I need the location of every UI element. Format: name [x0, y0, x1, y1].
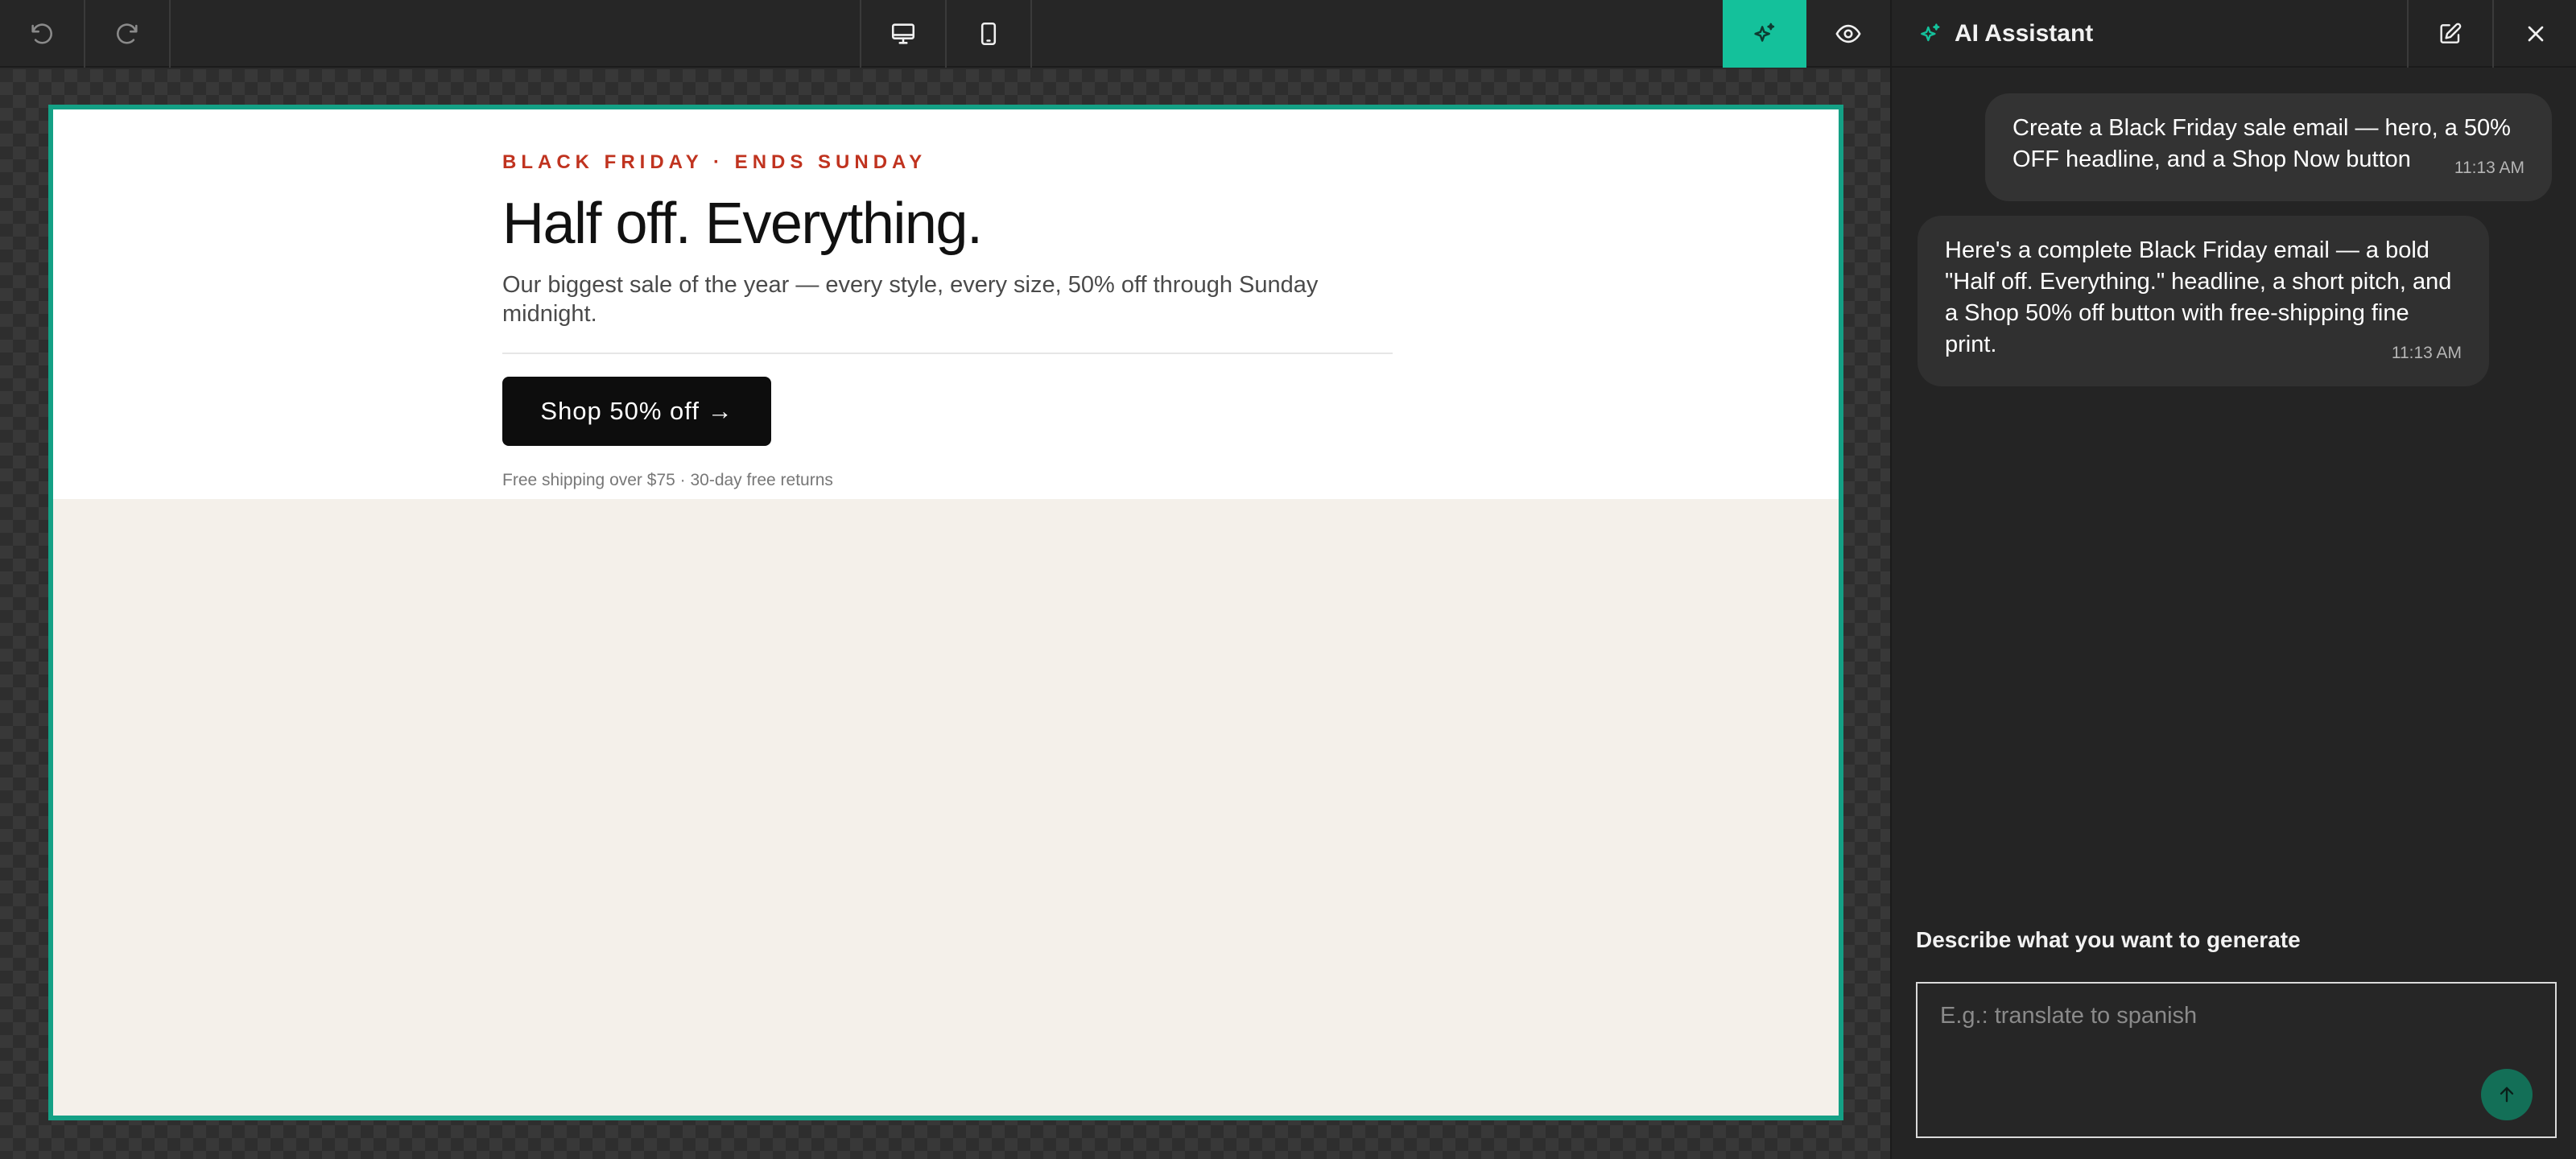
preview-button[interactable]	[1806, 0, 1890, 68]
message-text: Here's a complete Black Friday email — a…	[1945, 237, 2452, 357]
fine-print: Free shipping over $75 · 30-day free ret…	[502, 471, 833, 489]
prompt-box	[1916, 982, 2557, 1138]
undo-button[interactable]	[0, 0, 84, 68]
new-chat-button[interactable]	[2409, 0, 2492, 68]
ai-assistant-button[interactable]	[1723, 0, 1806, 68]
prompt-label: Describe what you want to generate	[1916, 927, 2301, 952]
close-icon	[2528, 26, 2544, 42]
close-panel-button[interactable]	[2494, 0, 2576, 68]
message-timestamp: 11:13 AM	[2391, 344, 2462, 362]
sparkle-icon	[1754, 23, 1775, 42]
message-timestamp: 11:13 AM	[2454, 159, 2524, 177]
eye-icon	[1835, 24, 1861, 43]
email-preview[interactable]: BLACK FRIDAY · ENDS SUNDAY Half off. Eve…	[48, 105, 1843, 1120]
panel-title: AI Assistant	[1918, 0, 2093, 68]
user-message: Create a Black Friday sale email — hero,…	[1985, 93, 2552, 201]
undo-icon	[31, 23, 52, 44]
divider	[502, 353, 1393, 354]
shop-now-button[interactable]: Shop 50% off →	[502, 377, 771, 446]
panel-title-text: AI Assistant	[1955, 20, 2094, 47]
headline: Half off. Everything.	[502, 192, 983, 256]
edit-icon	[2440, 23, 2462, 43]
panel-header: AI Assistant	[1892, 0, 2576, 68]
subtext: Our biggest sale of the year — every sty…	[502, 272, 1319, 327]
eyebrow-text: BLACK FRIDAY · ENDS SUNDAY	[502, 151, 927, 173]
desktop-icon	[891, 23, 915, 44]
editor-canvas: BLACK FRIDAY · ENDS SUNDAY Half off. Eve…	[0, 69, 1890, 1159]
ai-assistant-panel: AI Assistant Create a Black Friday sale …	[1890, 0, 2576, 1159]
mobile-view-button[interactable]	[947, 0, 1030, 68]
hero-content: BLACK FRIDAY · ENDS SUNDAY Half off. Eve…	[502, 151, 1393, 491]
mobile-icon	[980, 22, 997, 46]
assistant-message: Here's a complete Black Friday email — a…	[1918, 216, 2489, 386]
redo-icon	[117, 23, 138, 44]
redo-button[interactable]	[85, 0, 169, 68]
send-button[interactable]	[2481, 1069, 2533, 1120]
message-text: Create a Black Friday sale email — hero,…	[2013, 115, 2511, 172]
editor-toolbar	[0, 0, 1890, 68]
prompt-input[interactable]	[1918, 984, 2555, 1136]
empty-body-section[interactable]	[53, 499, 1839, 1116]
arrow-up-icon	[2500, 1087, 2514, 1103]
sparkle-icon	[1921, 23, 1940, 42]
desktop-view-button[interactable]	[861, 0, 945, 68]
hero-section[interactable]: BLACK FRIDAY · ENDS SUNDAY Half off. Eve…	[53, 109, 1839, 499]
